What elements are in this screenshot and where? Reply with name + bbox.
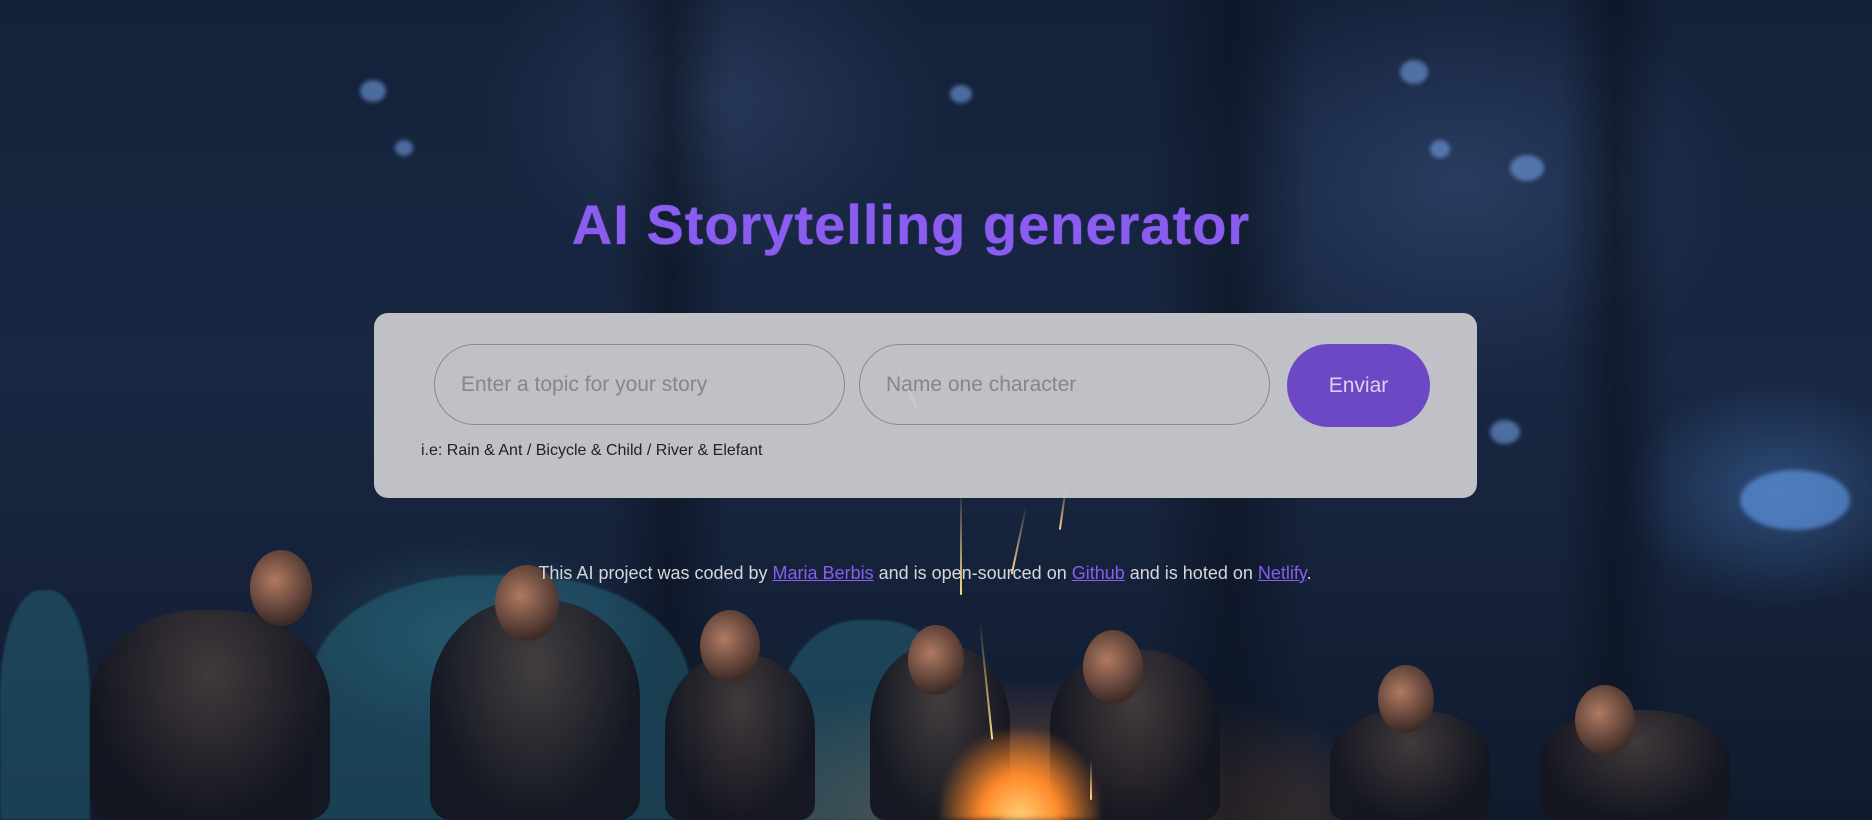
footer-credits: This AI project was coded by Maria Berbi…	[0, 563, 1861, 584]
campfire	[940, 730, 1100, 820]
foliage-highlight	[395, 140, 413, 156]
submit-button[interactable]: Enviar	[1287, 344, 1430, 427]
spark	[1090, 760, 1092, 800]
author-link[interactable]: Maria Berbis	[773, 563, 874, 583]
camper	[90, 610, 330, 820]
foliage-highlight	[1510, 155, 1544, 181]
camper-head	[1378, 665, 1434, 733]
camper-head	[1083, 630, 1143, 704]
netlify-link[interactable]: Netlify	[1258, 563, 1307, 583]
footer-text: and is open-sourced on	[873, 563, 1072, 583]
foliage-highlight	[1430, 140, 1450, 158]
camper-head	[1575, 685, 1635, 755]
tent	[0, 590, 90, 820]
camper-head	[700, 610, 760, 682]
camper-head	[250, 550, 312, 626]
camper	[1540, 710, 1730, 820]
foliage-highlight	[950, 85, 972, 103]
page-title: AI Storytelling generator	[571, 193, 1251, 256]
topic-input[interactable]	[434, 344, 845, 425]
footer-text: and is hoted on	[1124, 563, 1258, 583]
character-input[interactable]	[859, 344, 1270, 425]
foliage-highlight	[1400, 60, 1428, 84]
footer-text: .	[1306, 563, 1312, 583]
github-link[interactable]: Github	[1072, 563, 1125, 583]
foliage-highlight	[1490, 420, 1520, 444]
footer-text: This AI project was coded by	[538, 563, 773, 583]
camper-head	[908, 625, 964, 695]
foliage-highlight	[1740, 470, 1850, 530]
story-form: Enviar i.e: Rain & Ant / Bicycle & Child…	[374, 313, 1477, 498]
foliage-highlight	[360, 80, 386, 102]
input-hint: i.e: Rain & Ant / Bicycle & Child / Rive…	[421, 442, 763, 459]
